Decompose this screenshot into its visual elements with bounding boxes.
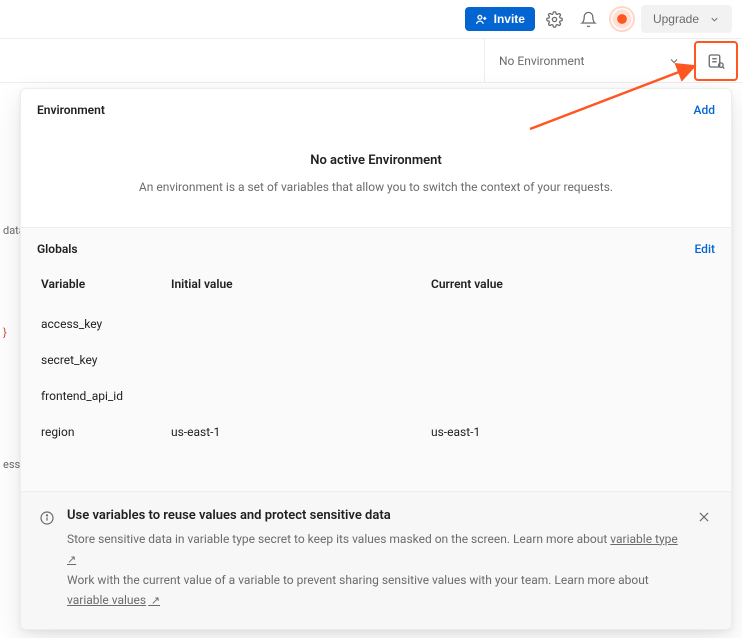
current-value xyxy=(427,387,715,405)
invite-button[interactable]: Invite xyxy=(465,7,535,31)
globals-table-header-row: Variable Initial value Current value xyxy=(37,266,715,306)
environment-section-header: Environment Add xyxy=(21,89,731,127)
info-icon xyxy=(39,510,55,529)
globals-edit-link[interactable]: Edit xyxy=(695,242,715,256)
bell-icon[interactable] xyxy=(575,5,603,33)
no-active-environment-description: An environment is a set of variables tha… xyxy=(61,178,691,197)
environment-current-label: No Environment xyxy=(499,54,584,68)
background-text-fragment: } xyxy=(0,320,10,345)
invite-label: Invite xyxy=(494,12,525,26)
info-title: Use variables to reuse values and protec… xyxy=(67,508,685,523)
variable-name: access_key xyxy=(37,308,167,340)
close-icon[interactable] xyxy=(697,510,713,527)
person-plus-icon xyxy=(475,13,488,26)
variable-name: region xyxy=(37,416,167,448)
variable-name: secret_key xyxy=(37,344,167,376)
no-active-environment-title: No active Environment xyxy=(61,153,691,168)
table-row: region us-east-1 us-east-1 xyxy=(37,414,715,450)
current-value xyxy=(427,351,715,369)
upgrade-label: Upgrade xyxy=(653,12,699,26)
external-link-icon: ↗ xyxy=(148,594,160,607)
globals-section-header: Globals Edit xyxy=(21,228,731,266)
initial-value xyxy=(167,315,427,333)
globals-section: Globals Edit Variable Initial value Curr… xyxy=(21,228,731,629)
initial-value xyxy=(167,387,427,405)
col-variable: Variable xyxy=(37,268,167,300)
external-link-icon: ↗ xyxy=(67,553,76,566)
gear-icon[interactable] xyxy=(541,5,569,33)
info-line-1: Store sensitive data in variable type se… xyxy=(67,529,685,570)
chevron-down-icon xyxy=(709,14,720,25)
variable-values-link[interactable]: variable values ↗ xyxy=(67,593,160,607)
environment-quicklook-button[interactable] xyxy=(694,41,738,81)
globals-table: Variable Initial value Current value acc… xyxy=(21,266,731,450)
environment-heading: Environment xyxy=(37,103,105,117)
initial-value xyxy=(167,351,427,369)
variable-name: frontend_api_id xyxy=(37,380,167,412)
info-line-2: Work with the current value of a variabl… xyxy=(67,570,685,611)
info-banner: Use variables to reuse values and protec… xyxy=(21,491,731,629)
environment-quicklook-panel: Environment Add No active Environment An… xyxy=(20,88,732,630)
table-row: access_key xyxy=(37,306,715,342)
top-toolbar: Invite Upgrade xyxy=(0,0,742,39)
avatar[interactable] xyxy=(609,6,635,32)
upgrade-button[interactable]: Upgrade xyxy=(641,5,732,33)
environment-add-link[interactable]: Add xyxy=(694,103,715,117)
table-row: secret_key xyxy=(37,342,715,378)
globals-heading: Globals xyxy=(37,242,78,256)
no-active-environment-block: No active Environment An environment is … xyxy=(21,127,731,228)
col-current: Current value xyxy=(427,268,715,300)
current-value: us-east-1 xyxy=(427,416,715,448)
current-value xyxy=(427,315,715,333)
initial-value: us-east-1 xyxy=(167,416,427,448)
chevron-down-icon xyxy=(668,55,680,67)
environment-selector-row: No Environment xyxy=(0,39,742,83)
col-initial: Initial value xyxy=(167,268,427,300)
environment-dropdown[interactable]: No Environment xyxy=(484,39,694,82)
environment-quicklook-icon xyxy=(707,52,725,70)
table-row: frontend_api_id xyxy=(37,378,715,414)
